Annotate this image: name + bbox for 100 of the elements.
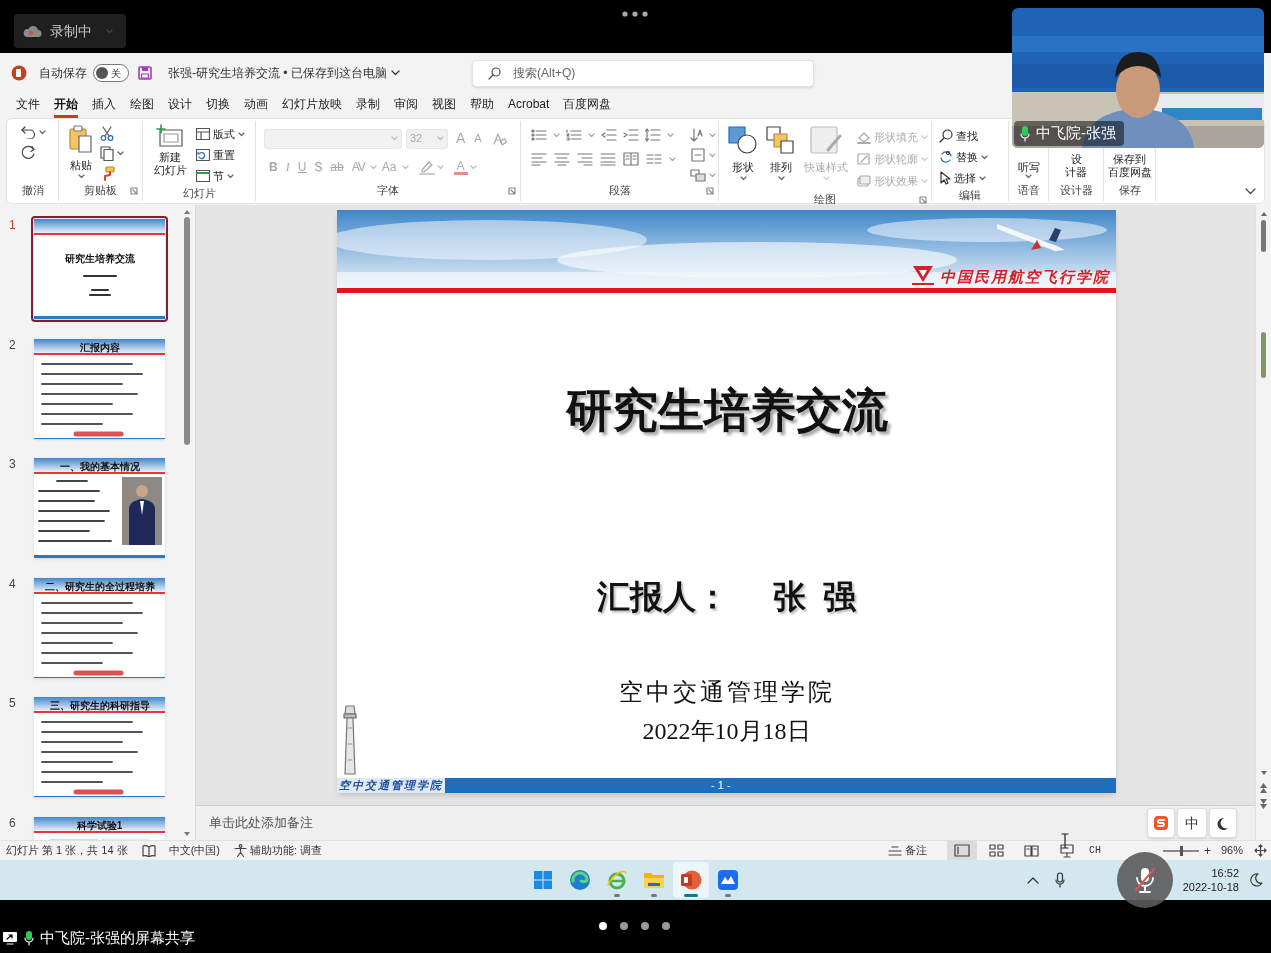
- previous-slide-icon[interactable]: [1259, 782, 1268, 794]
- menu-tab[interactable]: Acrobat: [508, 93, 550, 118]
- notes-button[interactable]: 备注: [887, 842, 927, 859]
- ime-mode-button[interactable]: 中: [1177, 808, 1207, 838]
- cloud-icon: [22, 24, 42, 38]
- document-title[interactable]: 张强-研究生培养交流 • 已保存到这台电脑: [168, 64, 400, 82]
- save-icon[interactable]: [138, 66, 152, 80]
- slide-thumbnail[interactable]: 研究生培养交流: [31, 216, 168, 322]
- chevron-up-icon[interactable]: [1026, 876, 1039, 884]
- shapes-button[interactable]: 形状: [725, 126, 761, 192]
- ime-logo-button[interactable]: [1147, 808, 1175, 838]
- scissors-icon[interactable]: [100, 126, 114, 141]
- moon-icon[interactable]: [1249, 873, 1263, 887]
- autosave-toggle[interactable]: 关: [93, 64, 129, 82]
- section-button[interactable]: 节: [196, 166, 245, 186]
- menu-tab[interactable]: 帮助: [470, 93, 494, 118]
- presentation-date: 2022年10月18日: [642, 717, 811, 746]
- new-slide-button[interactable]: 新建 幻灯片: [150, 124, 190, 186]
- menu-tab[interactable]: 视图: [432, 93, 456, 118]
- layout-button[interactable]: 版式: [196, 124, 245, 144]
- find-button[interactable]: 查找: [939, 126, 988, 146]
- moon-icon: [1217, 816, 1229, 830]
- numbering-icon[interactable]: [566, 128, 582, 142]
- menu-tab[interactable]: 审阅: [394, 93, 418, 118]
- group-label: 段落: [608, 183, 631, 197]
- menu-tab[interactable]: 录制: [356, 93, 380, 118]
- decrease-indent-icon[interactable]: [601, 128, 617, 142]
- menu-tab[interactable]: 百度网盘: [563, 93, 612, 118]
- search-icon: [939, 129, 953, 143]
- menu-tab[interactable]: 设计: [168, 93, 192, 118]
- zoom-slider-thumb[interactable]: [1180, 845, 1184, 856]
- scrollbar-thumb[interactable]: [1261, 220, 1266, 252]
- line-spacing-icon[interactable]: [645, 128, 661, 142]
- increase-indent-icon[interactable]: [623, 128, 639, 142]
- replace-button[interactable]: 替换: [939, 147, 988, 167]
- group-label: 语音: [1017, 183, 1040, 197]
- voice-button[interactable]: 听写: [1017, 161, 1040, 179]
- dialog-launcher-icon[interactable]: [508, 187, 516, 195]
- menu-tab[interactable]: 切换: [206, 93, 230, 118]
- microphone-icon[interactable]: [1054, 872, 1065, 888]
- scroll-up-icon[interactable]: [183, 209, 191, 215]
- caret-icon: [469, 164, 477, 170]
- smartart-icon[interactable]: [690, 168, 706, 182]
- spelling-icon[interactable]: [141, 844, 156, 857]
- reset-button[interactable]: 重置: [196, 145, 245, 165]
- notes-placeholder[interactable]: 单击此处添加备注: [209, 813, 313, 833]
- scroll-up-icon[interactable]: [1259, 211, 1268, 217]
- scroll-down-icon[interactable]: [1259, 770, 1268, 776]
- save-button[interactable]: 保存到 百度网盘: [1107, 153, 1152, 179]
- fill-icon: [857, 130, 871, 144]
- taskbar-app[interactable]: [673, 862, 709, 898]
- text-direction-icon[interactable]: [690, 128, 706, 142]
- accessibility-status[interactable]: 辅助功能: 调查: [233, 842, 323, 859]
- columns-icon[interactable]: [623, 152, 639, 166]
- clock[interactable]: 16:52 2022-10-18: [1182, 866, 1239, 894]
- scroll-marker: [1261, 332, 1266, 378]
- view-button[interactable]: [946, 840, 977, 861]
- input-language[interactable]: CH: [1088, 843, 1101, 858]
- caret-icon: [436, 164, 444, 170]
- copy-icon[interactable]: [100, 146, 114, 161]
- scroll-down-icon[interactable]: [183, 831, 191, 837]
- slide[interactable]: 中国民用航空飞行学院 研究生培养交流 汇报人： 张 强 空中交通管理学院 2022年10月18日 空中交通管理学院 - 1 -: [337, 210, 1116, 793]
- paste-button[interactable]: 粘贴: [68, 125, 94, 183]
- new-slide-icon: [156, 124, 184, 148]
- search-field[interactable]: 搜索(Alt+Q): [472, 59, 814, 87]
- caret-icon: [921, 178, 928, 184]
- logo-icon: [1153, 815, 1169, 831]
- dialog-launcher-icon[interactable]: [919, 196, 927, 204]
- slide-thumbnail[interactable]: 三、研究生的科研指导: [31, 694, 168, 800]
- dialog-launcher-icon[interactable]: [130, 187, 138, 195]
- menu-tab[interactable]: 文件: [16, 93, 40, 118]
- redo-icon[interactable]: [21, 145, 36, 160]
- designer-button[interactable]: 设 计器: [1065, 153, 1087, 179]
- more-icon[interactable]: [622, 11, 648, 17]
- video-tile[interactable]: 中飞院-张强: [1012, 8, 1264, 148]
- recording-indicator[interactable]: 录制中: [14, 14, 126, 48]
- next-slide-icon[interactable]: [1259, 798, 1268, 810]
- dialog-launcher-icon[interactable]: [706, 187, 714, 195]
- highlight-icon[interactable]: [418, 159, 435, 175]
- language-status[interactable]: 中文(中国): [168, 842, 220, 859]
- caret-icon: [238, 131, 245, 137]
- undo-icon[interactable]: [21, 125, 36, 139]
- select-button[interactable]: 选择: [939, 168, 988, 188]
- slide-thumbnail[interactable]: 一、我的基本情况: [31, 455, 168, 561]
- menu-tab[interactable]: 幻灯片放映: [282, 93, 342, 118]
- bullets-icon[interactable]: [531, 128, 547, 142]
- zoom-level[interactable]: 96%: [1221, 842, 1249, 859]
- collapse-ribbon-icon[interactable]: [1245, 188, 1256, 195]
- caret-icon: [709, 132, 716, 138]
- slide-counter: 幻灯片 第 1 张，共 14 张: [6, 843, 128, 859]
- menu-tab[interactable]: 插入: [92, 93, 116, 118]
- ime-theme-button[interactable]: [1209, 808, 1237, 838]
- menu-tab[interactable]: 动画: [244, 93, 268, 118]
- fit-slide-icon[interactable]: [1254, 844, 1267, 857]
- zoom-in-button[interactable]: +: [1204, 841, 1211, 860]
- menu-tab[interactable]: 绘图: [130, 93, 154, 118]
- scrollbar-thumb[interactable]: [184, 217, 190, 445]
- logo-text: 中国民用航空飞行学院: [940, 268, 1110, 286]
- clear-formatting-icon[interactable]: [492, 131, 507, 146]
- arrange-button[interactable]: 排列: [763, 126, 799, 192]
